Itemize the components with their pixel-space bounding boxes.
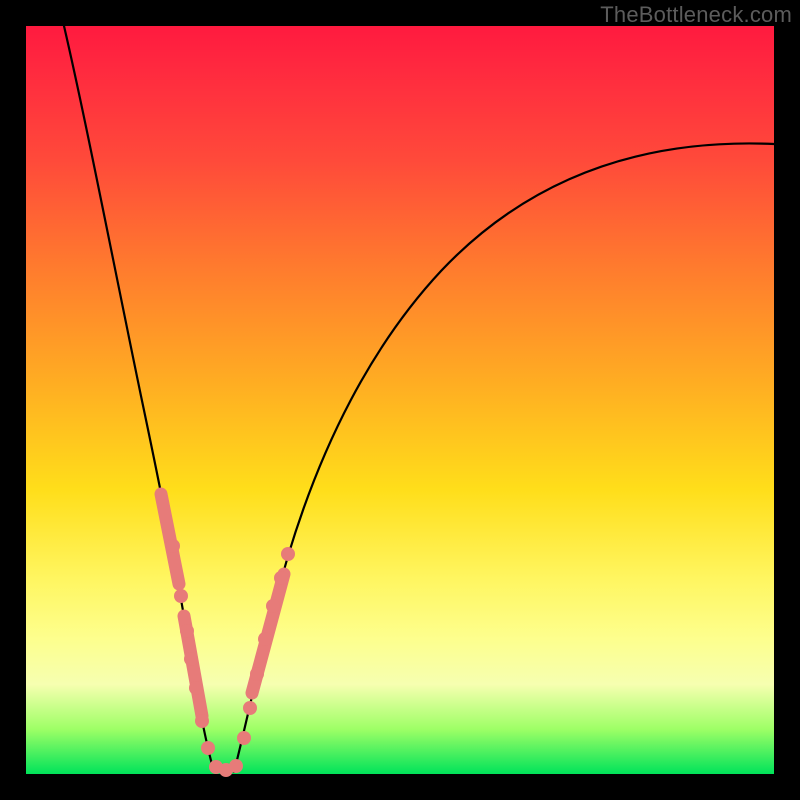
marker-dot [201, 741, 215, 755]
chart-frame: TheBottleneck.com [0, 0, 800, 800]
marker-segment-left-upper [161, 494, 179, 584]
marker-dot [189, 681, 203, 695]
plot-area [26, 26, 774, 774]
marker-dot [229, 759, 243, 773]
curve-right-branch [234, 143, 774, 772]
marker-dot [237, 731, 251, 745]
watermark-text: TheBottleneck.com [600, 2, 792, 28]
marker-dot [281, 547, 295, 561]
bottleneck-curve [26, 26, 774, 774]
marker-dot [250, 667, 264, 681]
marker-dot [243, 701, 257, 715]
marker-dot [266, 599, 280, 613]
marker-dot [258, 632, 272, 646]
marker-dot [274, 571, 288, 585]
marker-dot [184, 652, 198, 666]
marker-dot [166, 539, 180, 553]
marker-dot [195, 714, 209, 728]
marker-dot [174, 589, 188, 603]
marker-dot [180, 624, 194, 638]
marker-group [161, 494, 295, 777]
